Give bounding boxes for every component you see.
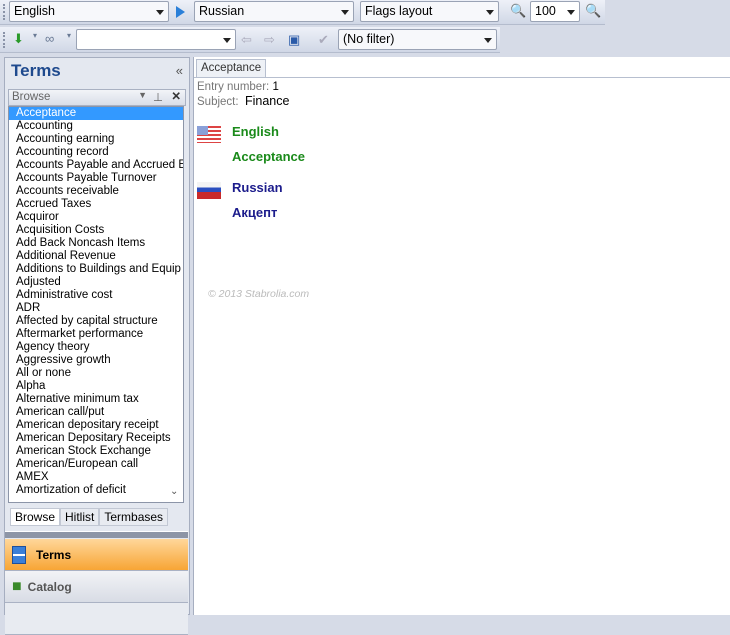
terms-icon [12,545,26,564]
list-item[interactable]: American depositary receipt [9,419,183,432]
layout-value: Flags layout [365,4,433,18]
zoom-select[interactable]: 100 [530,1,580,22]
list-item[interactable]: American/European call [9,458,183,471]
nav-terms-label: Terms [36,547,72,562]
list-item[interactable]: American Depositary Receipts [9,432,183,445]
language-english: English [232,124,279,139]
play-arrow-icon[interactable] [176,6,185,18]
list-item[interactable]: Accounts Payable Turnover [9,172,183,185]
target-language-value: Russian [199,4,245,18]
russia-flag-icon [197,182,221,199]
zoom-value: 100 [535,4,556,18]
nav-empty [5,603,188,635]
list-item[interactable]: Aggressive growth [9,354,183,367]
back-icon[interactable]: ⇦ [241,32,252,48]
copyright: © 2013 Stabrolia.com [208,288,310,300]
list-item[interactable]: American call/put [9,406,183,419]
nav-catalog[interactable]: ■ Catalog [5,571,188,603]
us-flag-icon [197,126,221,143]
list-item[interactable]: Acquisition Costs [9,224,183,237]
list-item[interactable]: Additions to Buildings and Equip [9,263,183,276]
list-item[interactable]: Alternative minimum tax [9,393,183,406]
list-item[interactable]: Accounting earning [9,133,183,146]
toolbar-grip[interactable] [3,4,6,20]
list-item[interactable]: Alpha [9,380,183,393]
pin-icon[interactable]: ⊥ [153,90,163,104]
list-item[interactable]: Amortization of deficit [9,484,183,497]
browse-header-label: Browse [12,91,51,103]
list-item[interactable]: Accounting record [9,146,183,159]
list-item[interactable]: Accounts receivable [9,185,183,198]
layout-select[interactable]: Flags layout [360,1,499,22]
term-english: Acceptance [232,149,305,164]
binoculars-icon[interactable]: ∞ [45,31,54,46]
toolbar-main: English Russian Flags layout 🔍 100 🔍 [0,0,605,25]
source-language-select[interactable]: English [9,1,169,22]
terms-list[interactable]: Acceptance Accounting Accounting earning Ac… [8,106,184,503]
source-language-value: English [14,4,55,18]
navigate-icon[interactable]: ⬇ [13,31,24,47]
scroll-down-icon[interactable]: ⌄ [170,486,178,497]
panel-tabs: Browse Hitlist Termbases [10,508,169,526]
toolbar-search: ⬇ ▾ ∞ ▾ ⇦ ⇨ ▣ ✔ (No filter) [0,27,500,53]
tab-acceptance[interactable]: Acceptance [196,59,267,77]
list-item[interactable]: Add Back Noncash Items [9,237,183,250]
list-item[interactable]: Accounting [9,120,183,133]
search-input[interactable] [76,29,236,50]
history-icon[interactable]: ▣ [288,32,300,48]
list-item[interactable]: Accounts Payable and Accrued E [9,159,183,172]
entry-view: Acceptance Entry number: 1 Subject: Fina… [193,57,730,615]
panel-title: Terms [11,61,61,80]
tab-divider [194,77,730,78]
tab-hitlist[interactable]: Hitlist [60,508,100,526]
zoom-out-icon[interactable]: 🔍 [510,3,526,19]
subject-label: Subject: [197,96,239,108]
nav-catalog-label: Catalog [27,579,72,594]
list-item[interactable]: Acquiror [9,211,183,224]
filter-select[interactable]: (No filter) [338,29,497,50]
catalog-icon: ■ [12,577,22,595]
list-item[interactable]: Accrued Taxes [9,198,183,211]
list-item[interactable]: All or none [9,367,183,380]
collapse-button[interactable]: « [176,63,183,78]
filter-check-icon[interactable]: ✔ [318,32,329,48]
tab-termbases[interactable]: Termbases [99,508,169,526]
splitter[interactable] [5,531,188,538]
filter-value: (No filter) [343,32,395,46]
list-item[interactable]: Aftermarket performance [9,328,183,341]
list-item[interactable]: American Stock Exchange [9,445,183,458]
list-item[interactable]: ADR [9,302,183,315]
zoom-in-icon[interactable]: 🔍 [585,3,601,19]
list-item[interactable]: Agency theory [9,341,183,354]
close-icon[interactable]: ✕ [171,89,181,103]
target-language-select[interactable]: Russian [194,1,354,22]
list-item[interactable]: Administrative cost [9,289,183,302]
dropdown-icon[interactable]: ▾ [67,31,71,40]
list-item[interactable]: Acceptance [9,107,183,120]
dropdown-icon[interactable]: ▾ [33,31,37,40]
list-item[interactable]: Affected by capital structure [9,315,183,328]
dropdown-icon[interactable]: ▼ [138,90,147,100]
tab-browse[interactable]: Browse [10,508,61,526]
list-item[interactable]: AMEX [9,471,183,484]
list-item[interactable]: Additional Revenue [9,250,183,263]
forward-icon[interactable]: ⇨ [264,32,275,48]
toolbar-grip[interactable] [3,32,6,48]
entry-label: Entry number: [197,81,270,93]
term-russian: Акцепт [232,205,278,220]
language-russian: Russian [232,180,283,195]
list-item[interactable]: Adjusted [9,276,183,289]
subject-value: Finance [244,94,290,108]
nav-terms[interactable]: Terms [5,539,188,571]
browse-header: Browse ▼ ⊥ ✕ [8,89,186,106]
entry-value: 1 [272,81,279,93]
